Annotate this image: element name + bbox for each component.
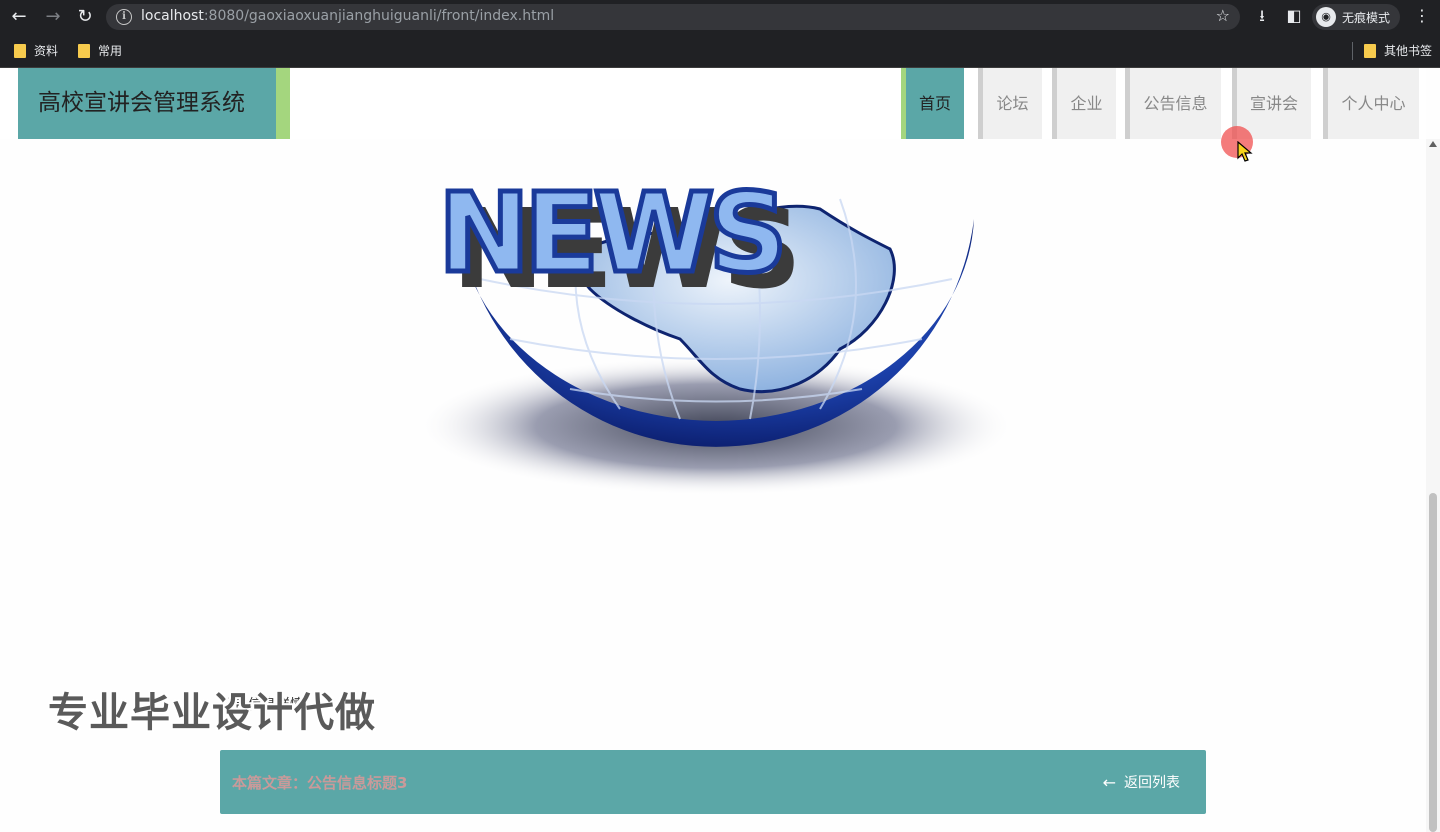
back-arrow-icon[interactable]: ←	[6, 4, 32, 30]
back-to-list-label: 返回列表	[1124, 775, 1180, 791]
bookmark-label: 资料	[34, 44, 59, 58]
bookmark-folder-ziliao[interactable]: 资料	[14, 42, 58, 59]
bookmark-label: 常用	[98, 44, 123, 58]
nav-announcements[interactable]: 公告信息	[1125, 68, 1221, 139]
reload-icon[interactable]: ↻	[72, 4, 98, 30]
news-headline: NEWS	[438, 169, 782, 297]
address-bar[interactable]: i localhost:8080/gaoxiaoxuanjianghuiguan…	[106, 4, 1240, 30]
incognito-label: 无痕模式	[1342, 10, 1391, 25]
vertical-scrollbar[interactable]	[1426, 139, 1440, 832]
bookmarks-bar: 资料 常用 其他书签	[0, 34, 1440, 68]
nav-personal-center[interactable]: 个人中心	[1323, 68, 1419, 139]
article-bar: 本篇文章：公告信息标题3 ← 返回列表	[220, 750, 1206, 814]
download-icon[interactable]: ⭳	[1250, 4, 1274, 28]
article-title-prefix: 本篇文章：	[232, 774, 308, 792]
nav-home[interactable]: 首页	[901, 68, 964, 139]
folder-icon	[1364, 43, 1376, 58]
back-to-list-button[interactable]: ← 返回列表	[1103, 772, 1180, 792]
bookmark-folder-changyong[interactable]: 常用	[78, 42, 122, 59]
menu-kebab-icon[interactable]: ⋮	[1410, 4, 1434, 28]
folder-icon	[78, 43, 90, 58]
other-bookmarks[interactable]: 其他书签	[1364, 42, 1432, 59]
bookmark-star-icon[interactable]: ☆	[1216, 6, 1230, 25]
logo-accent-bar	[276, 68, 290, 139]
mouse-cursor-icon	[1237, 141, 1253, 162]
incognito-indicator[interactable]: ◉ 无痕模式	[1312, 4, 1401, 30]
other-bookmarks-label: 其他书签	[1384, 44, 1433, 58]
news-globe-image: NEWS NEWS	[416, 167, 1016, 496]
bookmarks-divider	[1352, 42, 1353, 60]
folder-icon	[14, 43, 26, 58]
arrow-left-icon: ←	[1102, 772, 1116, 792]
scroll-up-arrow-icon[interactable]	[1429, 141, 1437, 147]
page-viewport: NEWS NEWS 高校宣讲会管理系统 首页 论坛 企业 公告信息 宣讲会 个人…	[0, 68, 1440, 832]
site-info-icon[interactable]: i	[116, 9, 132, 25]
watermark-text: 专业毕业设计代做	[48, 690, 376, 736]
article-title-text: 公告信息标题3	[307, 774, 408, 792]
side-panel-icon[interactable]: ◧	[1282, 4, 1306, 28]
browser-toolbar: ← → ↻ i localhost:8080/gaoxiaoxuanjiangh…	[0, 0, 1440, 34]
scrollbar-thumb[interactable]	[1429, 493, 1437, 832]
site-title[interactable]: 高校宣讲会管理系统	[18, 68, 276, 139]
incognito-icon: ◉	[1316, 7, 1336, 27]
nav-company[interactable]: 企业	[1052, 68, 1116, 139]
nav-forum[interactable]: 论坛	[978, 68, 1042, 139]
site-header: 高校宣讲会管理系统 首页 论坛 企业 公告信息 宣讲会 个人中心	[0, 68, 1426, 139]
article-title: 本篇文章：公告信息标题3	[232, 772, 407, 793]
url-text[interactable]: localhost:8080/gaoxiaoxuanjianghuiguanli…	[141, 8, 554, 24]
forward-arrow-icon[interactable]: →	[40, 4, 66, 30]
